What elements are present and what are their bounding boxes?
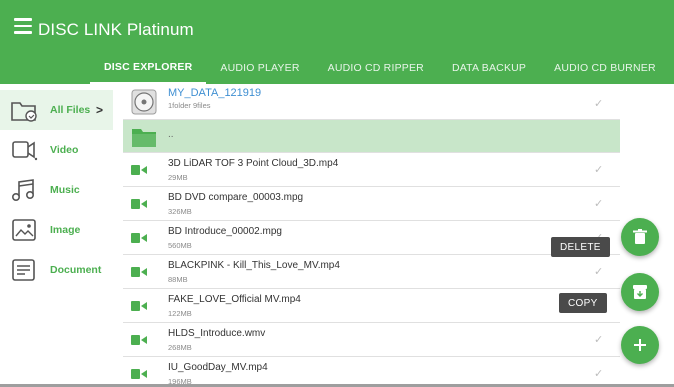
file-name: HLDS_Introduce.wmv <box>168 328 266 339</box>
sidebar-item-label: All Files <box>50 104 91 116</box>
sidebar-item-document[interactable]: Document <box>0 250 113 290</box>
video-file-icon <box>131 165 147 175</box>
file-size: 88MB <box>168 275 188 284</box>
file-row[interactable]: HLDS_Introduce.wmv 268MB ✓ <box>123 323 620 357</box>
tab-audio-player[interactable]: AUDIO PLAYER <box>206 52 313 84</box>
video-file-icon <box>131 369 147 379</box>
file-row[interactable]: 3D LiDAR TOF 3 Point Cloud_3D.mp4 29MB ✓ <box>123 153 620 187</box>
check-icon: ✓ <box>594 98 604 110</box>
tab-audio-cd-ripper[interactable]: AUDIO CD RIPPER <box>314 52 438 84</box>
sidebar-item-music[interactable]: Music <box>0 170 113 210</box>
trash-icon <box>633 229 647 244</box>
file-name: BD Introduce_00002.mpg <box>168 226 282 237</box>
tab-data-backup[interactable]: DATA BACKUP <box>438 52 540 84</box>
category-sidebar: All Files > Video Music Image Document <box>0 84 113 387</box>
chevron-right-icon: > <box>96 103 104 117</box>
disc-name: MY_DATA_121919 <box>168 87 262 99</box>
disc-icon <box>131 89 157 115</box>
video-file-icon <box>131 267 147 277</box>
music-icon <box>11 179 34 201</box>
file-name: BLACKPINK - Kill_This_Love_MV.mp4 <box>168 260 340 271</box>
check-icon: ✓ <box>594 368 604 380</box>
document-icon <box>12 259 35 281</box>
disc-meta: 1folder 9files <box>168 101 211 110</box>
file-name: IU_GoodDay_MV.mp4 <box>168 362 268 373</box>
video-file-icon <box>131 335 147 345</box>
tab-disc-explorer[interactable]: DISC EXPLORER <box>90 52 207 84</box>
check-icon: ✓ <box>594 198 604 210</box>
sidebar-item-video[interactable]: Video <box>0 130 113 170</box>
copy-label: COPY <box>559 293 607 313</box>
file-name: FAKE_LOVE_Official MV.mp4 <box>168 294 301 305</box>
hamburger-menu-icon[interactable] <box>14 18 32 34</box>
folder-icon <box>11 102 37 122</box>
copy-button[interactable] <box>621 273 659 311</box>
tab-audio-cd-burner[interactable]: AUDIO CD BURNER <box>540 52 670 84</box>
check-icon: ✓ <box>594 334 604 346</box>
sidebar-item-label: Music <box>50 184 80 196</box>
sidebar-item-label: Video <box>50 144 79 156</box>
top-app-bar: DISC LINK Platinum DISC EXPLORER AUDIO P… <box>0 0 674 84</box>
folder-icon <box>132 129 156 147</box>
video-file-icon <box>131 199 147 209</box>
file-size: 268MB <box>168 343 192 352</box>
file-row[interactable]: BLACKPINK - Kill_This_Love_MV.mp4 88MB ✓ <box>123 255 620 289</box>
file-row[interactable]: BD Introduce_00002.mpg 560MB ✓ <box>123 221 620 255</box>
file-row[interactable]: FAKE_LOVE_Official MV.mp4 122MB ✓ <box>123 289 620 323</box>
parent-folder-label: .. <box>168 129 174 140</box>
video-icon <box>12 141 38 161</box>
plus-icon <box>634 339 646 351</box>
video-file-icon <box>131 233 147 243</box>
sidebar-item-label: Document <box>50 264 102 276</box>
file-size: 122MB <box>168 309 192 318</box>
parent-folder-row[interactable]: .. <box>123 120 620 153</box>
sidebar-item-label: Image <box>50 224 81 236</box>
file-row[interactable]: IU_GoodDay_MV.mp4 196MB ✓ <box>123 357 620 387</box>
image-icon <box>12 219 36 241</box>
archive-icon <box>633 285 647 299</box>
file-name: BD DVD compare_00003.mpg <box>168 192 304 203</box>
video-file-icon <box>131 301 147 311</box>
app-title: DISC LINK Platinum <box>38 20 194 39</box>
file-size: 29MB <box>168 173 188 182</box>
check-icon: ✓ <box>594 266 604 278</box>
file-size: 326MB <box>168 207 192 216</box>
app-window: DISC LINK Platinum DISC EXPLORER AUDIO P… <box>0 0 674 387</box>
delete-label: DELETE <box>551 237 610 257</box>
file-size: 560MB <box>168 241 192 250</box>
add-button[interactable] <box>621 326 659 364</box>
file-row[interactable]: BD DVD compare_00003.mpg 326MB ✓ <box>123 187 620 221</box>
delete-button[interactable] <box>621 218 659 256</box>
file-name: 3D LiDAR TOF 3 Point Cloud_3D.mp4 <box>168 158 339 169</box>
check-icon: ✓ <box>594 164 604 176</box>
sidebar-item-all-files[interactable]: All Files > <box>0 90 113 130</box>
tab-bar: DISC EXPLORER AUDIO PLAYER AUDIO CD RIPP… <box>90 52 670 84</box>
sidebar-item-image[interactable]: Image <box>0 210 113 250</box>
disc-row[interactable]: MY_DATA_121919 1folder 9files ✓ <box>123 84 620 120</box>
file-list: MY_DATA_121919 1folder 9files ✓ .. 3D Li… <box>123 84 620 387</box>
